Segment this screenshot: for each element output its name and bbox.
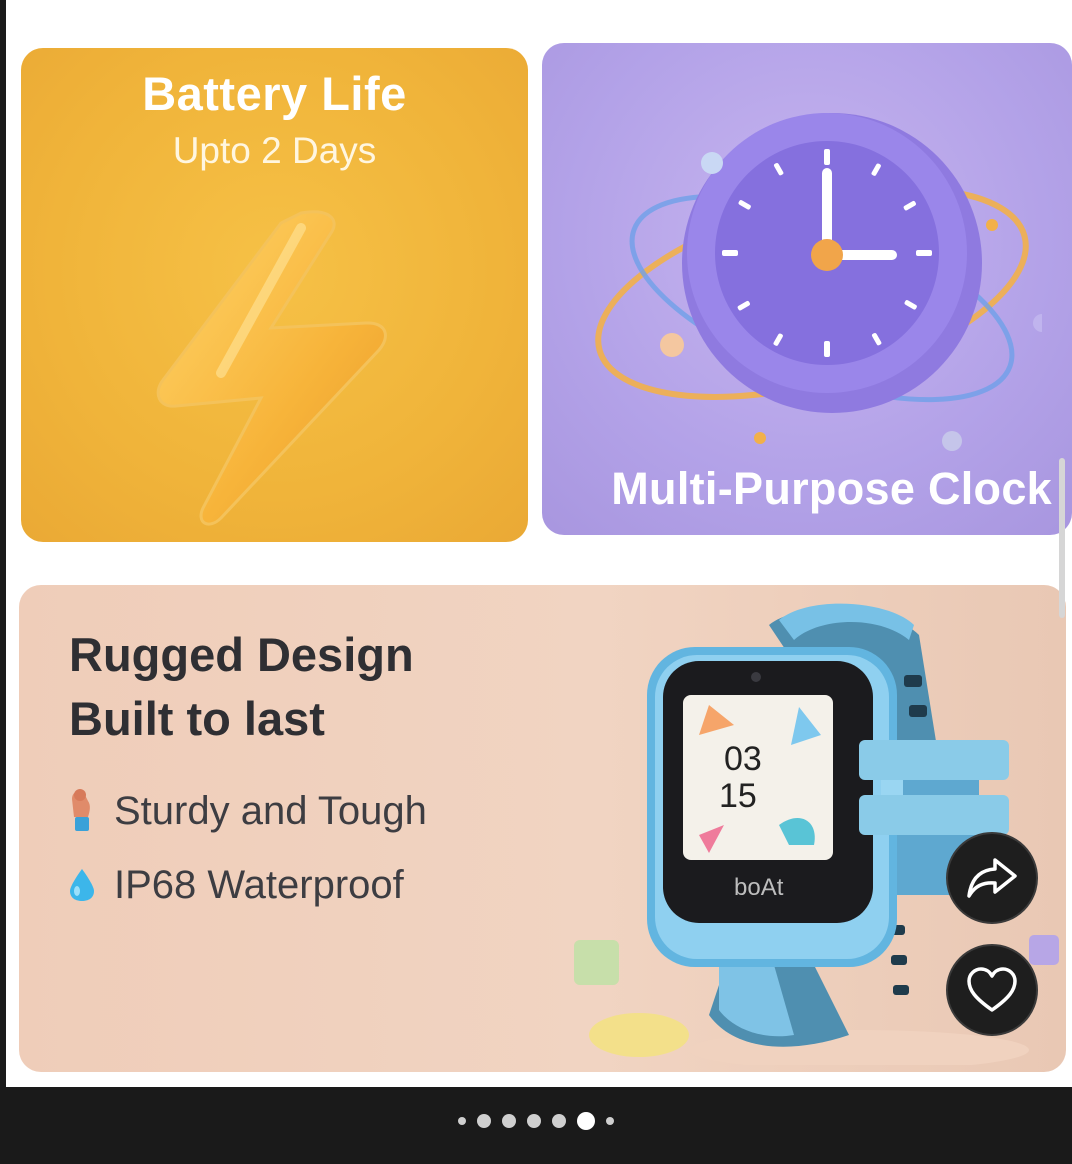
watch-minute: 15: [719, 777, 757, 815]
carousel-dot[interactable]: [477, 1114, 491, 1128]
share-button[interactable]: [946, 832, 1038, 924]
viewport-frame: Battery Life Upto 2 Days Multi-Purpose C…: [0, 0, 1072, 1088]
watch-hour: 03: [724, 740, 762, 778]
share-icon: [967, 858, 1017, 898]
battery-title: Battery Life: [142, 67, 407, 120]
battery-life-card: Battery Life Upto 2 Days: [21, 48, 528, 542]
water-drop-icon: [64, 859, 100, 911]
carousel-dot-active[interactable]: [577, 1112, 595, 1130]
rugged-heading-line2: Built to last: [69, 692, 325, 745]
carousel-dot[interactable]: [606, 1117, 614, 1125]
feature-waterproof: IP68 Waterproof: [64, 859, 404, 911]
feature-label: Sturdy and Tough: [114, 788, 427, 833]
battery-subtitle: Upto 2 Days: [172, 130, 377, 171]
rugged-heading: Rugged Design Built to last: [69, 623, 414, 751]
carousel-indicator: [0, 1112, 1072, 1130]
carousel-dot[interactable]: [527, 1114, 541, 1128]
heart-icon: [967, 967, 1017, 1012]
carousel-dot[interactable]: [458, 1117, 466, 1125]
carousel-dot[interactable]: [502, 1114, 516, 1128]
product-gallery-page: Battery Life Upto 2 Days Multi-Purpose C…: [6, 0, 1072, 1087]
carousel-dot[interactable]: [552, 1114, 566, 1128]
clock-title: Multi-Purpose Clock: [611, 463, 1052, 514]
rugged-heading-line1: Rugged Design: [69, 628, 414, 681]
multi-purpose-clock-card: Multi-Purpose Clock: [542, 43, 1072, 535]
feature-sturdy: Sturdy and Tough: [64, 785, 427, 837]
feature-label: IP68 Waterproof: [114, 862, 404, 907]
flexed-arm-icon: [64, 785, 100, 837]
watch-brand: boAt: [734, 874, 784, 901]
scrollbar[interactable]: [1059, 458, 1065, 618]
clock-icon: [595, 113, 1042, 451]
like-button[interactable]: [946, 944, 1038, 1036]
lightning-bolt-icon: [156, 210, 387, 526]
rugged-design-card: Rugged Design Built to last Sturdy and T…: [19, 585, 1066, 1072]
